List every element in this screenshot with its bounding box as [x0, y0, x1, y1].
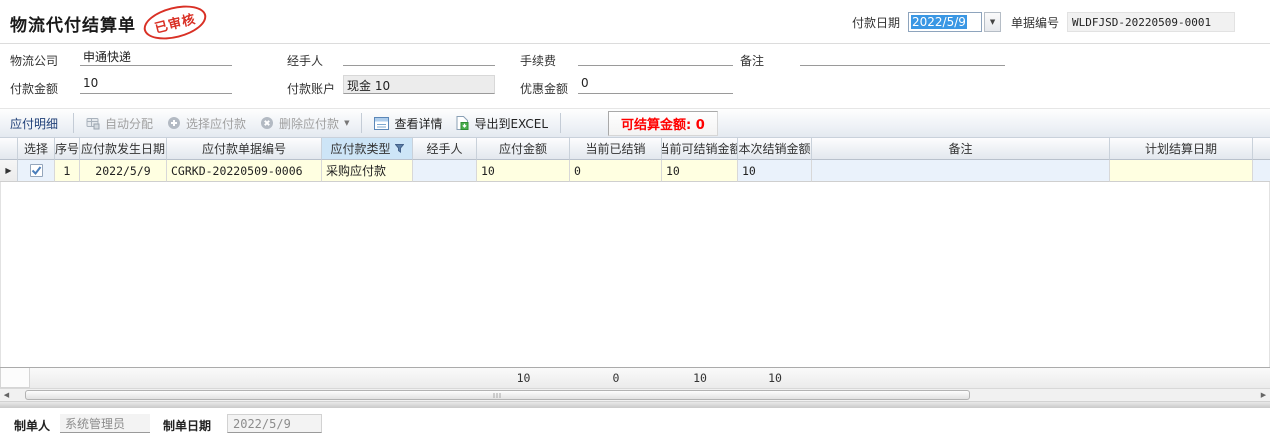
- pay-date-input[interactable]: 2022/5/9: [908, 12, 982, 32]
- cell-handler[interactable]: [413, 160, 477, 182]
- column-header-payable-doc-no[interactable]: 应付款单据编号: [167, 138, 322, 160]
- toolbar-separator: [73, 113, 74, 133]
- create-date-field: 2022/5/9: [227, 414, 322, 433]
- row-checkbox[interactable]: [30, 164, 43, 177]
- row-indicator[interactable]: ▶: [0, 160, 18, 182]
- cell-payable-amount[interactable]: 10: [477, 160, 570, 182]
- column-header-planned-date[interactable]: 计划结算日期: [1110, 138, 1253, 160]
- column-header-payable-amount[interactable]: 应付金额: [477, 138, 570, 160]
- scrollbar-thumb[interactable]: [25, 390, 970, 400]
- detail-list-icon: [374, 117, 389, 130]
- column-header-payable-date[interactable]: 应付款发生日期: [80, 138, 167, 160]
- current-row-arrow-icon: ▶: [5, 166, 11, 175]
- chevron-down-icon: ▼: [344, 119, 349, 127]
- row-indicator-header: [0, 138, 18, 160]
- horizontal-scrollbar[interactable]: ◀ ▶: [0, 388, 1270, 401]
- column-header-remark[interactable]: 备注: [812, 138, 1110, 160]
- discount-amount-field[interactable]: 0: [578, 75, 733, 94]
- column-header-settleable[interactable]: 当前可结销金额: [662, 138, 738, 160]
- cell-payable-date[interactable]: 2022/5/9: [80, 160, 167, 182]
- cell-settled[interactable]: 0: [570, 160, 662, 182]
- handler-label: 经手人: [287, 52, 323, 69]
- cell-remark[interactable]: [812, 160, 1110, 182]
- title-bar: 物流代付结算单 已审核 付款日期 2022/5/9 ▼ 单据编号 WLDFJSD…: [0, 0, 1270, 44]
- table-row[interactable]: ▶ 1 2022/5/9 CGRKD-20220509-0006 采购应付款 1…: [0, 160, 1270, 182]
- scroll-right-icon[interactable]: ▶: [1257, 389, 1270, 401]
- handler-field[interactable]: [343, 47, 495, 66]
- summary-payable-amount: 10: [477, 368, 570, 388]
- settleable-amount-badge: 可结算金额: 0: [608, 111, 718, 136]
- remark-field[interactable]: [800, 47, 1005, 66]
- pay-amount-label: 付款金额: [10, 80, 58, 97]
- payable-detail-tab: 应付明细: [8, 115, 68, 132]
- discount-amount-label: 优惠金额: [520, 80, 568, 97]
- plus-circle-icon: [167, 116, 181, 130]
- creator-field: 系统管理员: [60, 414, 150, 433]
- view-detail-button[interactable]: 查看详情: [367, 112, 449, 135]
- pay-account-label: 付款账户: [287, 80, 335, 97]
- pay-date-dropdown-button[interactable]: ▼: [984, 12, 1001, 32]
- select-payable-button[interactable]: 选择应付款: [160, 112, 253, 135]
- pay-date-label: 付款日期: [852, 14, 900, 31]
- grid-toolbar: 应付明细 自动分配 选择应付款 删除应付款 ▼ 查看详情 导出到EXCEL 可结…: [0, 108, 1270, 138]
- column-header-payable-type[interactable]: 应付款类型: [322, 138, 413, 160]
- header-right-fields: 付款日期 2022/5/9 ▼ 单据编号 WLDFJSD-20220509-00…: [852, 12, 1235, 32]
- footer-area: 制单人 系统管理员 制单日期 2022/5/9: [0, 408, 1270, 442]
- column-header-settled[interactable]: 当前已结销: [570, 138, 662, 160]
- service-fee-field[interactable]: [578, 47, 733, 66]
- bottom-separator-band: [0, 401, 1270, 408]
- summary-this-settlement: 10: [738, 368, 812, 388]
- approved-stamp: 已审核: [140, 0, 210, 45]
- page-title: 物流代付结算单: [10, 11, 136, 36]
- grid-header-row: 选择 序号 应付款发生日期 应付款单据编号 应付款类型 经手人 应付金额 当前已…: [0, 138, 1270, 160]
- form-area: 物流公司 申通快递 经手人 手续费 备注 付款金额 10 付款账户 现金 10 …: [0, 44, 1270, 108]
- pay-account-field[interactable]: 现金 10: [343, 75, 495, 94]
- filter-funnel-icon[interactable]: [395, 144, 404, 153]
- grid-empty-area: [0, 182, 1270, 367]
- chevron-down-icon: ▼: [990, 18, 995, 26]
- logistics-company-field[interactable]: 申通快递: [80, 47, 232, 66]
- remark-label: 备注: [740, 52, 764, 69]
- doc-no-field[interactable]: WLDFJSD-20220509-0001: [1067, 12, 1235, 32]
- logistics-company-label: 物流公司: [10, 52, 58, 69]
- summary-indicator-cell: [0, 368, 30, 388]
- pay-amount-field[interactable]: 10: [80, 75, 232, 94]
- summary-gap: [30, 368, 477, 388]
- doc-no-label: 单据编号: [1011, 14, 1059, 31]
- auto-allocate-icon: [86, 117, 100, 130]
- cell-planned-date[interactable]: [1110, 160, 1253, 182]
- column-header-handler[interactable]: 经手人: [413, 138, 477, 160]
- x-circle-icon: [260, 116, 274, 130]
- cell-settleable[interactable]: 10: [662, 160, 738, 182]
- scroll-left-icon[interactable]: ◀: [0, 389, 13, 401]
- service-fee-label: 手续费: [520, 52, 556, 69]
- column-header-select[interactable]: 选择: [18, 138, 55, 160]
- cell-payable-doc-no[interactable]: CGRKD-20220509-0006: [167, 160, 322, 182]
- column-header-no[interactable]: 序号: [55, 138, 80, 160]
- pay-date-value: 2022/5/9: [911, 15, 967, 29]
- summary-settleable: 10: [662, 368, 738, 388]
- payables-grid: 选择 序号 应付款发生日期 应付款单据编号 应付款类型 经手人 应付金额 当前已…: [0, 138, 1270, 401]
- column-header-this-settlement[interactable]: 本次结销金额: [738, 138, 812, 160]
- create-date-label: 制单日期: [163, 417, 211, 434]
- creator-label: 制单人: [14, 417, 50, 434]
- delete-payable-button[interactable]: 删除应付款 ▼: [253, 112, 356, 135]
- toolbar-separator: [361, 113, 362, 133]
- cell-this-settlement[interactable]: 10: [738, 160, 812, 182]
- column-header-filler: [1253, 138, 1270, 160]
- excel-export-icon: [456, 116, 469, 130]
- auto-allocate-button[interactable]: 自动分配: [79, 112, 160, 135]
- scrollbar-grip-icon: [493, 393, 502, 398]
- cell-payable-type[interactable]: 采购应付款: [322, 160, 413, 182]
- export-excel-button[interactable]: 导出到EXCEL: [449, 112, 555, 135]
- cell-no[interactable]: 1: [55, 160, 80, 182]
- summary-settled: 0: [570, 368, 662, 388]
- row-select-cell[interactable]: [18, 160, 55, 182]
- cell-filler: [1253, 160, 1270, 182]
- grid-summary-row: 10 0 10 10: [0, 367, 1270, 388]
- toolbar-separator: [560, 113, 561, 133]
